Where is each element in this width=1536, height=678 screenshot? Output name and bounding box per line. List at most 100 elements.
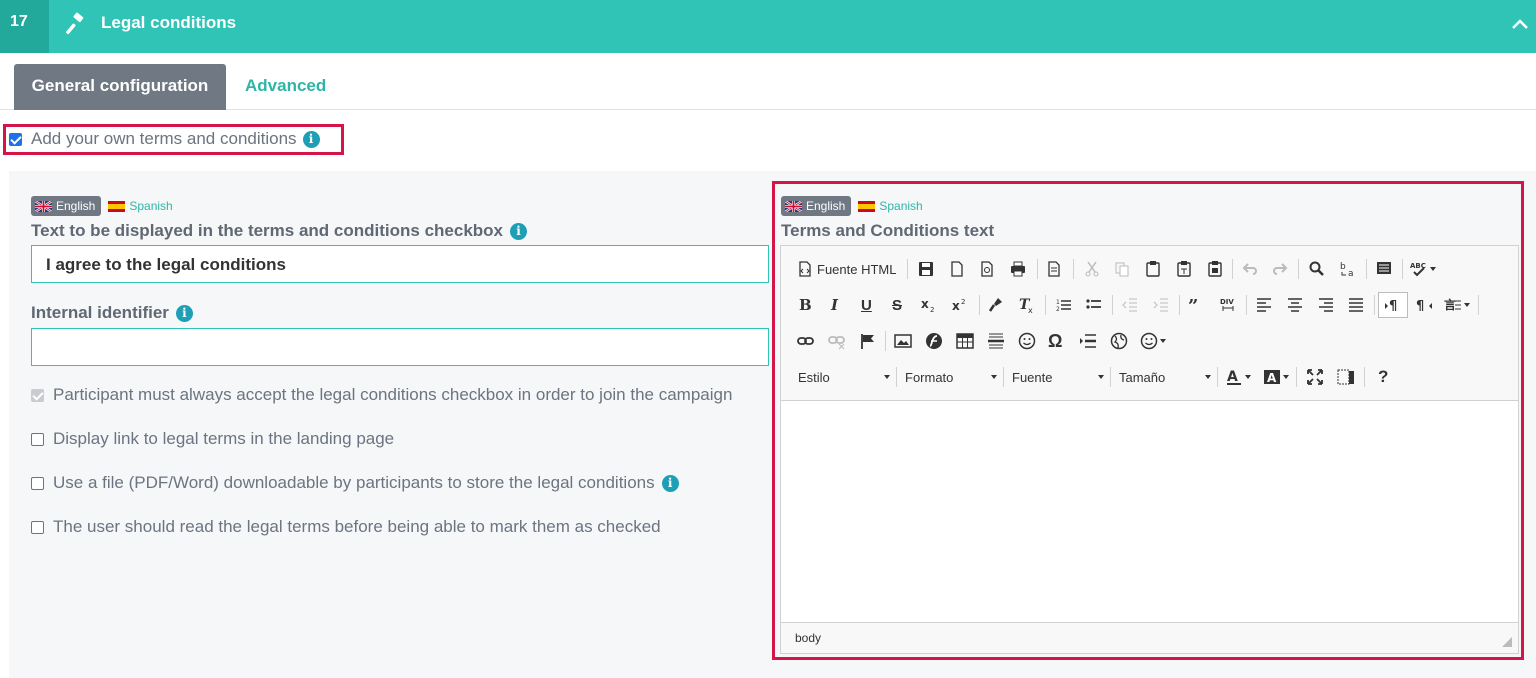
copy-icon[interactable] [1113, 260, 1131, 278]
language-english-button[interactable]: English [31, 196, 102, 216]
size-combo[interactable]: Tamaño [1119, 365, 1211, 389]
remove-format-icon[interactable]: Tx [1018, 296, 1036, 314]
spellcheck-button[interactable]: ABC [1410, 258, 1436, 280]
source-icon [799, 261, 811, 277]
paste-icon[interactable] [1144, 260, 1162, 278]
rich-text-editor: Fuente HTML ba ABC B I U S x2 x2 T x 1 2… [780, 245, 1519, 654]
smiley-icon[interactable] [1018, 332, 1036, 350]
link-icon[interactable] [797, 332, 815, 350]
display-link-checkbox[interactable] [31, 432, 44, 446]
new-page-icon[interactable] [948, 260, 966, 278]
font-combo-label: Fuente [1012, 369, 1053, 385]
strikethrough-button[interactable]: S [892, 294, 902, 316]
use-file-checkbox[interactable] [31, 476, 44, 490]
svg-text:A: A [1267, 371, 1277, 385]
indent-icon[interactable] [1152, 296, 1170, 314]
special-char-button[interactable]: Ω [1048, 330, 1062, 352]
help-button[interactable]: ? [1378, 366, 1388, 388]
language-english-button[interactable]: English [781, 196, 852, 216]
subscript-icon[interactable]: x2 [920, 296, 938, 314]
create-div-icon[interactable]: DIV [1219, 296, 1237, 314]
info-icon[interactable]: i [175, 304, 193, 322]
copy-format-icon[interactable] [987, 296, 1005, 314]
language-spanish-button[interactable]: Spanish [858, 199, 923, 213]
svg-text:言: 言 [1444, 297, 1456, 312]
caret-icon [1098, 375, 1104, 379]
language-spanish-label: Spanish [879, 199, 923, 213]
style-combo[interactable]: Estilo [798, 365, 890, 389]
align-center-icon[interactable] [1286, 296, 1304, 314]
templates-icon[interactable] [1045, 260, 1063, 278]
show-blocks-icon[interactable] [1337, 368, 1355, 386]
paste-word-icon[interactable] [1206, 260, 1224, 278]
element-path[interactable]: body [795, 631, 821, 645]
option-use-file[interactable]: Use a file (PDF/Word) downloadable by pa… [31, 473, 679, 493]
language-spanish-button[interactable]: Spanish [108, 199, 173, 213]
emoji-button[interactable] [1140, 330, 1166, 352]
chevron-up-icon[interactable] [1510, 14, 1530, 34]
superscript-icon[interactable]: x2 [951, 296, 969, 314]
option-display-link[interactable]: Display link to legal terms in the landi… [31, 429, 394, 449]
toolbar-separator [1073, 259, 1074, 279]
language-spanish-label: Spanish [129, 199, 173, 213]
flash-icon[interactable] [925, 332, 943, 350]
checkbox-text-input[interactable]: I agree to the legal conditions [31, 245, 769, 283]
caret-icon [1430, 267, 1436, 271]
find-icon[interactable] [1308, 260, 1326, 278]
text-color-button[interactable]: A [1225, 366, 1251, 388]
svg-text:b: b [1340, 262, 1346, 272]
preview-icon[interactable] [978, 260, 996, 278]
iframe-globe-icon[interactable] [1110, 332, 1128, 350]
editor-content-area[interactable] [781, 401, 1518, 622]
info-icon[interactable]: i [302, 130, 320, 148]
paste-text-icon[interactable] [1175, 260, 1193, 278]
format-combo[interactable]: Formato [905, 365, 997, 389]
toolbar-separator [1366, 259, 1367, 279]
own-terms-checkbox[interactable] [9, 132, 22, 146]
svg-text:1: 1 [1056, 299, 1060, 306]
text-direction-ltr-button[interactable]: ¶ [1378, 292, 1408, 318]
own-terms-option[interactable]: Add your own terms and conditions i [9, 129, 320, 149]
underline-button[interactable]: U [861, 294, 872, 316]
print-icon[interactable] [1009, 260, 1027, 278]
table-icon[interactable] [956, 332, 974, 350]
rtl-icon[interactable]: ¶ [1415, 296, 1433, 314]
option-label: Participant must always accept the legal… [53, 385, 733, 404]
outdent-icon[interactable] [1121, 296, 1139, 314]
resize-handle-icon[interactable] [1502, 637, 1512, 647]
bullet-list-icon[interactable] [1085, 296, 1103, 314]
replace-icon[interactable]: ba [1339, 260, 1357, 278]
language-button[interactable]: 言 [1444, 294, 1470, 316]
anchor-flag-icon[interactable] [859, 332, 877, 350]
numbered-list-icon[interactable]: 12 [1055, 296, 1073, 314]
page-break-icon[interactable] [1079, 332, 1097, 350]
section-header[interactable]: 17 Legal conditions [0, 0, 1536, 53]
italic-button[interactable]: I [831, 294, 838, 316]
maximize-icon[interactable] [1306, 368, 1324, 386]
internal-identifier-input[interactable] [31, 328, 769, 366]
uk-flag-icon [785, 200, 802, 212]
horizontal-line-icon[interactable] [987, 332, 1005, 350]
caret-icon [1205, 375, 1211, 379]
save-icon[interactable] [917, 260, 935, 278]
blockquote-icon[interactable]: ” [1188, 296, 1206, 314]
font-combo[interactable]: Fuente [1012, 365, 1104, 389]
justify-icon[interactable] [1347, 296, 1365, 314]
info-icon[interactable]: i [661, 474, 679, 492]
must-read-checkbox[interactable] [31, 520, 44, 534]
bold-button[interactable]: B [799, 294, 812, 316]
unlink-icon[interactable] [828, 332, 846, 350]
redo-icon[interactable] [1271, 260, 1289, 278]
image-icon[interactable] [894, 332, 912, 350]
info-icon[interactable]: i [510, 222, 527, 240]
tab-general-configuration[interactable]: General configuration [14, 64, 226, 110]
background-color-button[interactable]: A [1263, 366, 1289, 388]
undo-icon[interactable] [1241, 260, 1259, 278]
select-all-icon[interactable] [1375, 260, 1393, 278]
source-html-button[interactable]: Fuente HTML [797, 258, 896, 280]
align-left-icon[interactable] [1255, 296, 1273, 314]
option-must-read[interactable]: The user should read the legal terms bef… [31, 517, 661, 537]
cut-icon[interactable] [1083, 260, 1101, 278]
tab-advanced[interactable]: Advanced [245, 76, 326, 96]
align-right-icon[interactable] [1317, 296, 1335, 314]
